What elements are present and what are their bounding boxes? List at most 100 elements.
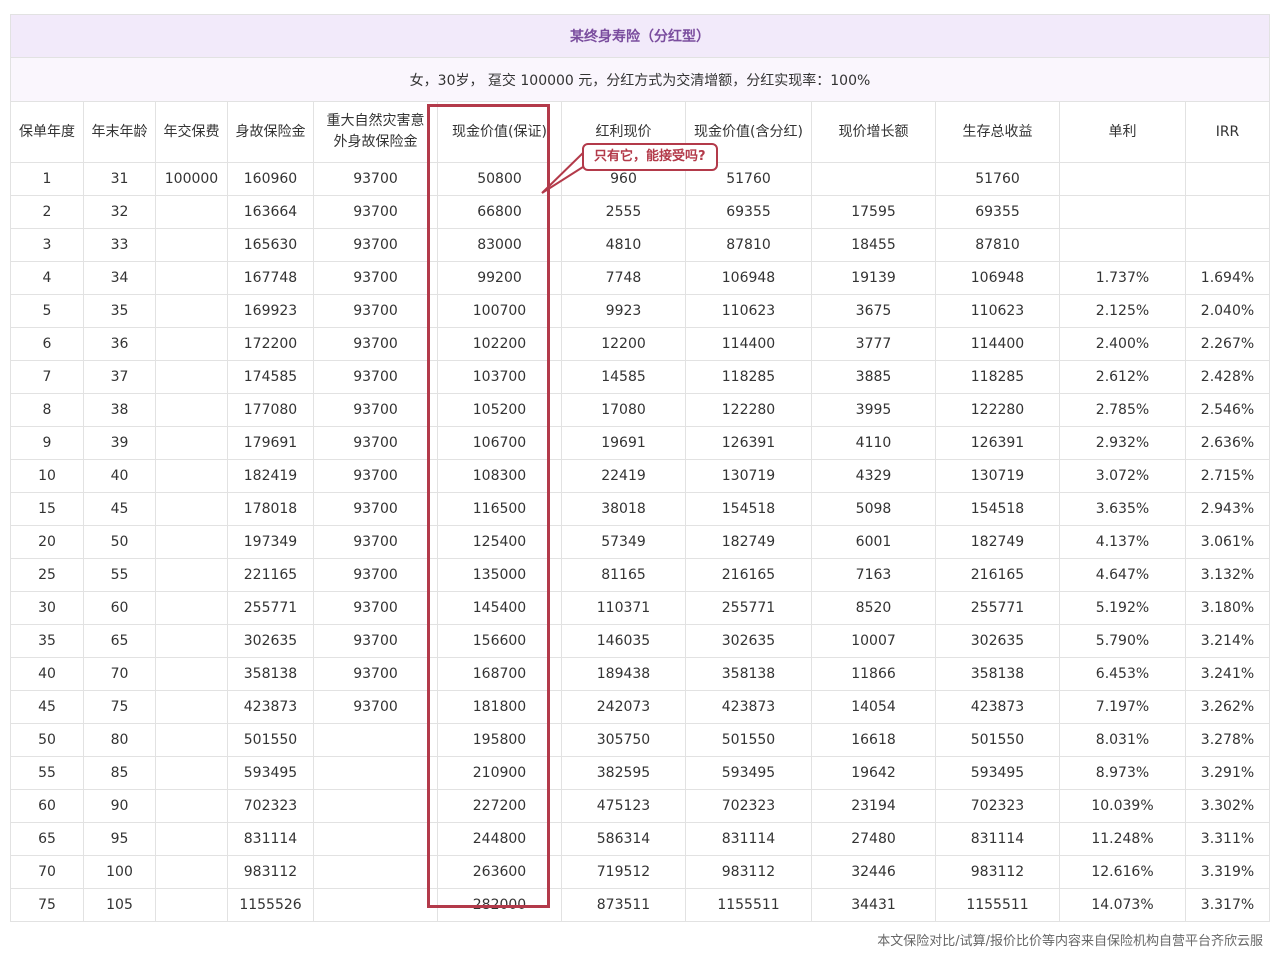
table-cell: 475123 [561,789,686,823]
table-cell: 2.267% [1185,327,1270,361]
table-cell: 38 [83,393,156,427]
table-cell: 593495 [685,756,812,790]
table-cell: 831114 [685,822,812,856]
table-cell: 8.031% [1059,723,1186,757]
table-cell: 93700 [313,426,438,460]
table-cell: 33 [83,228,156,262]
table-cell: 93700 [313,261,438,295]
table-cell: 305750 [561,723,686,757]
table-cell: 5.790% [1059,624,1186,658]
table-cell: 87810 [935,228,1060,262]
table-cell: 93700 [313,492,438,526]
table-cell: 110371 [561,591,686,625]
table-cell: 4810 [561,228,686,262]
table-cell [155,789,228,823]
table-cell: 70 [83,657,156,691]
table-cell: 130719 [935,459,1060,493]
table-cell: 75 [83,690,156,724]
table-cell: 3.302% [1185,789,1270,823]
table-cell: 50 [10,723,84,757]
table-cell: 93700 [313,327,438,361]
table-cell: 3.214% [1185,624,1270,658]
column-header: 重大自然灾害意外身故保险金 [313,101,438,163]
table-cell: 3.278% [1185,723,1270,757]
table-cell: 37 [83,360,156,394]
table-cell [155,492,228,526]
table-row: 20 50 197349 93700 125400 57349 182749 6001 1827… [10,525,1270,559]
table-cell: 114400 [685,327,812,361]
table-cell: 1155511 [685,888,812,922]
table-cell: 983112 [685,855,812,889]
table-cell: 19691 [561,426,686,460]
table-cell: 831114 [935,822,1060,856]
table-cell: 182419 [227,459,314,493]
table-cell: 118285 [685,360,812,394]
table-cell: 3777 [811,327,936,361]
table-cell [155,855,228,889]
table-cell: 5098 [811,492,936,526]
table-cell: 3.072% [1059,459,1186,493]
table-cell: 50 [83,525,156,559]
table-cell [155,624,228,658]
table-cell: 2.636% [1185,426,1270,460]
table-cell: 358138 [685,657,812,691]
table-row: 25 55 221165 93700 135000 81165 216165 7163 2161… [10,558,1270,592]
table-cell: 10007 [811,624,936,658]
table-cell: 227200 [437,789,562,823]
table-cell: 38018 [561,492,686,526]
table-cell: 118285 [935,360,1060,394]
table-cell: 1155511 [935,888,1060,922]
table-cell: 90 [83,789,156,823]
table-cell: 20 [10,525,84,559]
table-cell: 3 [10,228,84,262]
table-cell: 55 [10,756,84,790]
table-row: 15 45 178018 93700 116500 38018 154518 5098 1545… [10,492,1270,526]
table-cell: 182749 [685,525,812,559]
table-cell: 106700 [437,426,562,460]
table-cell: 216165 [685,558,812,592]
table-cell: 216165 [935,558,1060,592]
table-cell [155,393,228,427]
table-cell: 100700 [437,294,562,328]
table-cell [155,888,228,922]
table-cell: 69355 [685,195,812,229]
table-cell: 1 [10,162,84,196]
table-cell: 65 [10,822,84,856]
table-row: 60 90 702323 227200 475123 702323 23194 702323 1… [10,789,1270,823]
column-header: 身故保险金 [227,101,314,163]
table-cell: 10.039% [1059,789,1186,823]
column-header: 现价增长额 [811,101,936,163]
table-cell: 2.125% [1059,294,1186,328]
table-cell [155,558,228,592]
table-cell: 2.943% [1185,492,1270,526]
table-cell: 3995 [811,393,936,427]
table-cell [155,723,228,757]
table-cell: 2.715% [1185,459,1270,493]
table-cell: 358138 [227,657,314,691]
table-cell: 423873 [685,690,812,724]
table-cell: 5.192% [1059,591,1186,625]
table-cell: 181800 [437,690,562,724]
table-cell: 242073 [561,690,686,724]
table-cell: 75 [10,888,84,922]
table-cell: 831114 [227,822,314,856]
table-cell: 14054 [811,690,936,724]
table-cell [1185,195,1270,229]
table-cell: 6001 [811,525,936,559]
table-cell: 586314 [561,822,686,856]
table-cell: 40 [83,459,156,493]
table-cell: 501550 [227,723,314,757]
table-cell: 7163 [811,558,936,592]
table-cell: 5 [10,294,84,328]
table-cell [313,756,438,790]
table-cell: 873511 [561,888,686,922]
table-row: 65 95 831114 244800 586314 831114 27480 831114 1… [10,822,1270,856]
table-cell: 172200 [227,327,314,361]
table-cell: 69355 [935,195,1060,229]
table-cell: 983112 [227,855,314,889]
table-cell: 382595 [561,756,686,790]
table-cell [155,360,228,394]
table-cell: 19139 [811,261,936,295]
table-cell: 2.428% [1185,360,1270,394]
table-cell: 2.785% [1059,393,1186,427]
